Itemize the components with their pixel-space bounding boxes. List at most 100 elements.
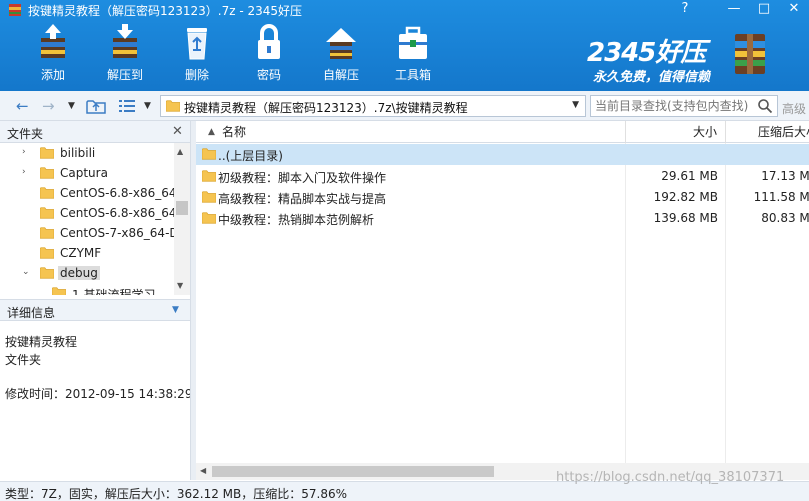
column-name[interactable]: ▲ 名称 [196,121,626,143]
file-list: ..(上层目录) 初级教程：脚本入门及软件操作 29.61 MB 17.13 M… [196,143,809,463]
row-size: 139.68 MB [653,211,718,225]
view-dropdown-icon[interactable]: ▼ [144,97,151,115]
folder-icon [202,211,216,225]
up-folder-icon[interactable] [86,97,106,115]
search-box [590,95,778,117]
add-button[interactable]: 添加 [23,22,83,88]
column-size-label: 大小 [692,125,717,139]
folder-icon [40,146,54,160]
scroll-up-icon[interactable]: ▲ [177,147,183,156]
path-dropdown-icon[interactable]: ▼ [572,100,579,110]
back-arrow-icon[interactable]: ← [16,97,29,115]
folder-icon [40,266,54,280]
folder-pane-header: 文件夹 ✕ [0,121,190,143]
folder-icon [40,206,54,220]
scroll-down-icon[interactable]: ▼ [177,281,183,290]
detail-name: 按键精灵教程 [5,335,78,349]
column-packed-size-label: 压缩后大小 [758,125,809,139]
status-text: 类型：7Z，固实，解压后大小：362.12 MB，压缩比：57.86% [5,487,348,501]
row-size: 29.61 MB [661,169,718,183]
tree-item-selected[interactable]: ⌄ debug [0,264,174,284]
tree-item[interactable]: CentOS-7-x86_64-D [0,224,179,244]
tree-item-label: debug [58,266,100,280]
minimize-button[interactable]: — [719,0,749,20]
column-packed-size[interactable]: 压缩后大小 [726,121,809,143]
password-button[interactable]: 密码 [239,22,299,88]
close-button[interactable]: ✕ [779,0,809,20]
folder-icon [40,246,54,260]
tree-item-label: CZYMF [60,246,102,260]
search-input[interactable] [591,96,755,116]
scrollbar-thumb[interactable] [212,466,494,477]
brand: 2345好压 永久免费，值得信赖 [585,28,805,85]
tree-scrollbar[interactable]: ▲ ▼ [174,143,190,295]
detail-type: 文件夹 [5,353,42,367]
folder-icon [52,286,66,295]
collapse-icon[interactable]: ⌄ [22,267,30,277]
tree-item-label: CentOS-6.8-x86_64- [60,206,181,220]
delete-label: 删除 [184,68,209,82]
brand-slogan: 永久免费，值得信赖 [593,70,711,85]
extract-icon [113,24,137,58]
row-packed-size: 80.83 MB [761,211,809,225]
maximize-button[interactable]: □ [749,0,779,20]
history-dropdown-icon[interactable]: ▼ [68,97,75,115]
column-size[interactable]: 大小 [626,121,726,143]
table-row[interactable]: ..(上层目录) [196,144,809,165]
row-name: ..(上层目录) [218,149,283,163]
expand-icon[interactable]: › [22,147,26,157]
tree-item-label: Captura [60,166,108,180]
toolbox-icon [399,26,427,59]
detail-modified-time: 修改时间：2012-09-15 14:38:29 [5,387,193,401]
toolbox-button[interactable]: 工具箱 [383,22,443,88]
self-extract-button[interactable]: 自解压 [311,22,371,88]
folder-icon [40,226,54,240]
address-bar: ← → ▼ ▼ 按键精灵教程（解压密码123123）.7z\按键精灵教程 ▼ 高… [0,91,809,121]
row-packed-size: 17.13 MB [761,169,809,183]
file-list-header: ▲ 名称 大小 压缩后大小 [196,121,809,143]
scroll-left-icon[interactable]: ◀ [200,466,206,475]
search-icon[interactable] [757,98,773,114]
tree-item-label: CentOS-6.8-x86_64- [60,186,181,200]
tree-item[interactable]: › Captura [0,164,174,184]
details-pane-title: 详细信息 [7,306,56,320]
folder-icon [202,169,216,183]
folder-icon [202,190,216,204]
table-row[interactable]: 高级教程：精品脚本实战与提高 192.82 MB 111.58 MB [196,187,809,208]
extract-to-button[interactable]: 解压到 [95,22,155,88]
advanced-search-link[interactable]: 高级 [782,100,806,117]
forward-arrow-icon[interactable]: → [42,97,55,115]
scrollbar-thumb[interactable] [176,201,188,215]
self-extract-label: 自解压 [322,68,359,82]
chevron-down-icon[interactable]: ▼ [172,305,179,315]
tree-item[interactable]: 1.基础流程学习 [12,284,186,295]
details-pane-header[interactable]: 详细信息 ▼ [0,299,190,321]
delete-button[interactable]: 删除 [167,22,227,88]
table-row[interactable]: 初级教程：脚本入门及软件操作 29.61 MB 17.13 MB [196,166,809,187]
close-icon[interactable]: ✕ [172,124,183,139]
row-name: 初级教程：脚本入门及软件操作 [218,171,387,185]
table-row[interactable]: 中级教程：热销脚本范例解析 139.68 MB 80.83 MB [196,208,809,229]
folder-icon [202,147,216,161]
row-size: 192.82 MB [653,190,718,204]
row-packed-size: 111.58 MB [753,190,809,204]
folder-icon [166,99,180,113]
folder-tree: › bilibili › Captura CentOS-6.8-x86_64- … [0,143,190,295]
folder-icon [40,166,54,180]
password-label: 密码 [256,68,281,82]
view-list-icon[interactable] [118,97,136,115]
tree-item[interactable]: › bilibili [0,144,174,164]
tree-item[interactable]: CentOS-6.8-x86_64- [0,184,181,204]
tree-item[interactable]: CentOS-6.8-x86_64- [0,204,181,224]
tree-item[interactable]: CZYMF [0,244,174,264]
add-label: 添加 [40,68,65,82]
help-button[interactable]: ? [670,0,700,20]
tree-item-label: bilibili [60,146,96,160]
self-extract-icon [326,28,356,59]
expand-icon[interactable]: › [22,167,26,177]
watermark: https://blog.csdn.net/qq_38107371 [556,470,785,485]
path-field[interactable]: 按键精灵教程（解压密码123123）.7z\按键精灵教程 ▼ [160,95,586,117]
tree-item-label: CentOS-7-x86_64-D [60,226,179,240]
title-bar: 按键精灵教程（解压密码123123）.7z - 2345好压 ? — □ ✕ [0,0,809,20]
path-text: 按键精灵教程（解压密码123123）.7z\按键精灵教程 [184,101,468,115]
